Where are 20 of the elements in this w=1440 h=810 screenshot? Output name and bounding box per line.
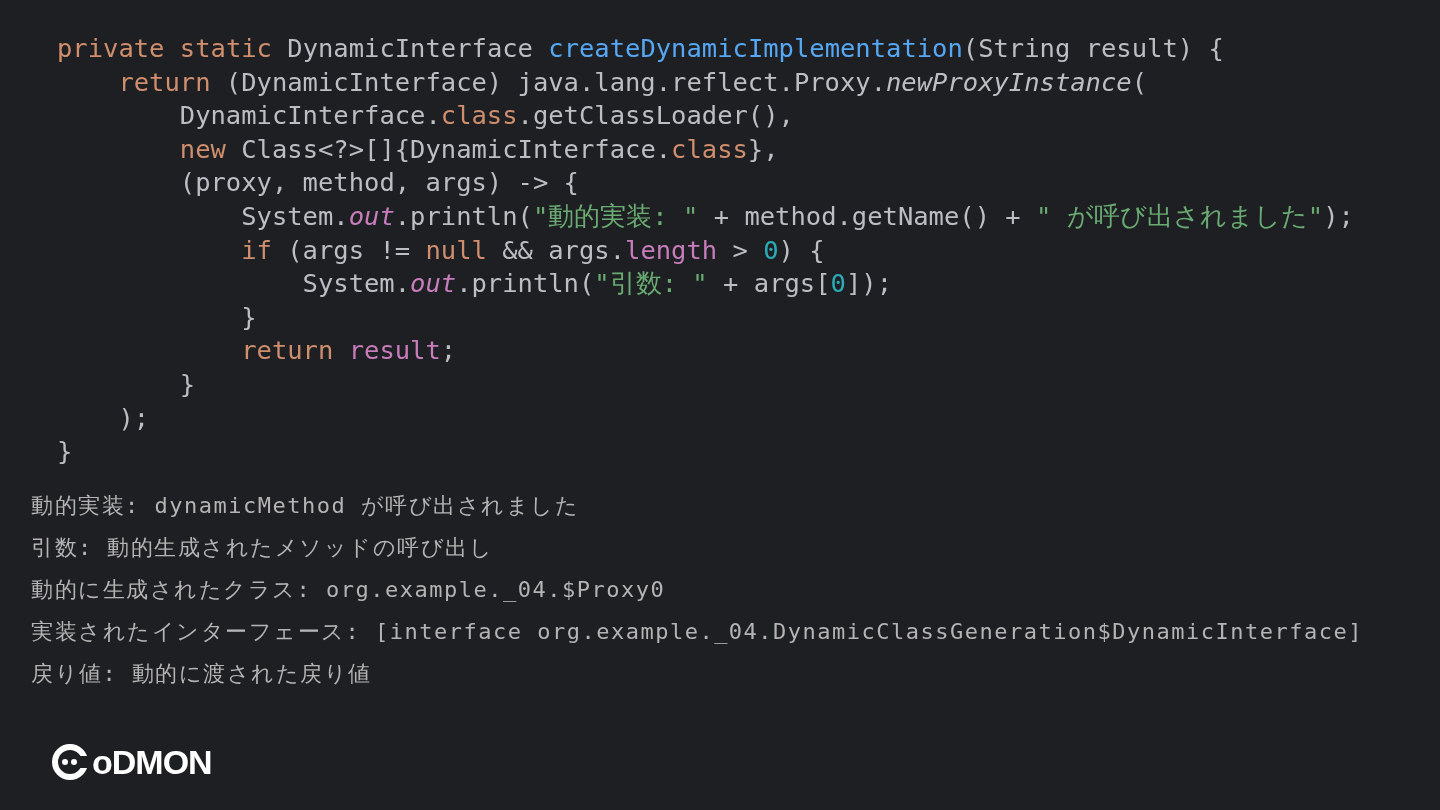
code-line: ); xyxy=(118,402,150,433)
code-line: new Class<?>[]{DynamicInterface.class}, xyxy=(179,133,779,164)
code-line: return result; xyxy=(241,335,457,366)
console-output-line: 引数: 動的生成されたメソッドの呼び出し xyxy=(31,534,494,560)
code-line: } xyxy=(241,301,257,332)
console-output-line: 動的実装: dynamicMethod が呼び出されました xyxy=(31,492,580,518)
console-output-line: 戻り値: 動的に渡された戻り値 xyxy=(31,660,372,686)
logo-text: oDMON xyxy=(92,745,212,779)
code-line: System.out.println("引数: " + args[0]); xyxy=(302,268,892,299)
code-line: DynamicInterface.class.getClassLoader(), xyxy=(179,100,794,131)
code-line: } xyxy=(57,436,73,467)
code-line: if (args != null && args.length > 0) { xyxy=(241,234,825,265)
code-line: (proxy, method, args) -> { xyxy=(179,167,579,198)
code-line: return (DynamicInterface) java.lang.reflect.Proxy.newProxyInstance( xyxy=(118,66,1147,97)
code-line: } xyxy=(179,368,196,399)
console-output-line: 実装されたインターフェース: [interface org.example._04.DynamicClassGeneration$DynamicInterface] xyxy=(31,618,1363,644)
logo-icon xyxy=(50,742,90,782)
console-output-line: 動的に生成されたクラス: org.example._04.$Proxy0 xyxy=(31,576,666,602)
code-line: private static DynamicInterface createDynamicImplementation(String result) { xyxy=(57,33,1224,63)
code-line: System.out.println("動的実装: " + method.getName() + " が呼び出されました"); xyxy=(241,200,1354,231)
